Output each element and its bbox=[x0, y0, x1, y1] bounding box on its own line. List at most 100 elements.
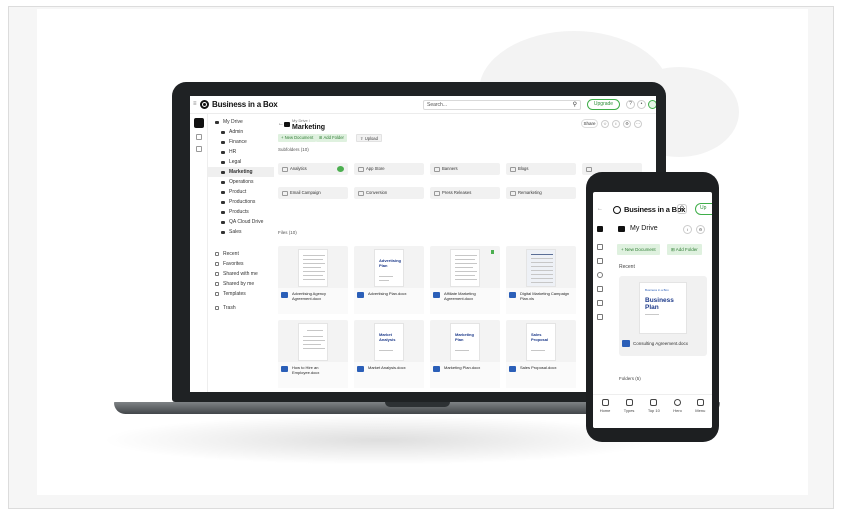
file-name: How to Hire an Employee.docx bbox=[278, 362, 348, 388]
nav-item-home[interactable]: Home bbox=[600, 399, 610, 428]
add-folder-button[interactable]: ⊞ Add Folder bbox=[316, 134, 347, 142]
sidebar-item-marketing[interactable]: Marketing bbox=[208, 167, 274, 177]
document-thumbnail: Advertising Plan bbox=[374, 249, 404, 287]
folder-icon bbox=[221, 180, 225, 184]
sidebar-item-productions[interactable]: Productions bbox=[208, 197, 274, 207]
menu-icon[interactable]: ≡ bbox=[193, 101, 197, 107]
sidebar-item-shared-by-me[interactable]: Shared by me bbox=[208, 279, 274, 289]
sidebar-item-recent[interactable]: Recent bbox=[208, 249, 274, 259]
drive-icon[interactable] bbox=[194, 118, 204, 128]
subfolder-card[interactable]: Conversion bbox=[354, 187, 424, 199]
file-card[interactable]: Marketing Plan Marketing Plan.docx bbox=[430, 320, 500, 388]
subfolder-card[interactable]: Blogs bbox=[506, 163, 576, 175]
file-card[interactable]: How to Hire an Employee.docx bbox=[278, 320, 348, 388]
nav-label: Hero bbox=[673, 408, 682, 413]
folder-icon bbox=[221, 230, 225, 234]
new-document-button[interactable]: + New Document bbox=[617, 244, 660, 255]
sidebar-item-label: Favorites bbox=[223, 261, 244, 267]
upgrade-button[interactable]: Up bbox=[695, 203, 712, 215]
subfolder-card[interactable]: Remarketing bbox=[506, 187, 576, 199]
templates-rail-icon[interactable] bbox=[597, 258, 603, 264]
sidebar-item-sales[interactable]: Sales bbox=[208, 227, 274, 237]
nav-item-hero[interactable]: Hero bbox=[673, 399, 682, 428]
file-card[interactable]: Sales Proposal Sales Proposal.docx bbox=[506, 320, 576, 388]
sidebar-item-products[interactable]: Products bbox=[208, 207, 274, 217]
file-name: Advertising Agency Agreement.docx bbox=[278, 288, 348, 314]
folder-icon bbox=[221, 210, 225, 214]
document-thumbnail bbox=[298, 323, 328, 361]
subfolder-card[interactable]: Banners bbox=[430, 163, 500, 175]
trash-icon[interactable] bbox=[597, 314, 603, 320]
sidebar-item-trash[interactable]: Trash bbox=[208, 303, 274, 313]
search-icon[interactable]: ⚲ bbox=[677, 204, 687, 214]
share-out-icon bbox=[215, 282, 219, 286]
home-icon bbox=[601, 399, 609, 406]
nav-item-menu[interactable]: Menu bbox=[695, 399, 705, 428]
sidebar-item-qa-cloud-drive[interactable]: QA Cloud Drive bbox=[208, 217, 274, 227]
more-icon[interactable]: ⋯ bbox=[634, 120, 642, 128]
back-arrow-icon[interactable]: ← bbox=[597, 206, 603, 212]
search-input[interactable]: Search... ⚲ bbox=[423, 100, 581, 110]
sidebar-item-label: My Drive bbox=[223, 119, 243, 125]
info-icon[interactable]: i bbox=[612, 120, 620, 128]
drive-icon[interactable] bbox=[597, 226, 603, 232]
subfolder-card[interactable]: App Store bbox=[354, 163, 424, 175]
document-thumbnail: Market Analysis bbox=[374, 323, 404, 361]
share-button[interactable]: Share bbox=[581, 119, 598, 128]
recent-rail-icon[interactable] bbox=[196, 134, 202, 140]
star-icon[interactable]: ☆ bbox=[601, 120, 609, 128]
shared-rail-icon[interactable] bbox=[597, 272, 603, 278]
add-folder-button[interactable]: ⊞ Add Folder bbox=[667, 244, 702, 255]
recent-rail-icon[interactable] bbox=[597, 244, 603, 250]
sidebar-item-admin[interactable]: Admin bbox=[208, 127, 274, 137]
sidebar-item-my-drive[interactable]: My Drive bbox=[208, 117, 274, 127]
avatar[interactable] bbox=[648, 100, 656, 109]
icon-rail bbox=[593, 220, 607, 400]
sidebar-item-label: Shared with me bbox=[223, 271, 258, 277]
file-card[interactable]: Digital Marketing Campaign Plan.xls bbox=[506, 246, 576, 314]
search-icon[interactable]: ⚲ bbox=[573, 101, 577, 109]
sidebar-item-operations[interactable]: Operations bbox=[208, 177, 274, 187]
file-card[interactable]: Advertising Plan Advertising Plan.docx bbox=[354, 246, 424, 314]
recent-file-card[interactable]: Business in a Box Business Plan Consulti… bbox=[619, 276, 707, 356]
templates-rail-icon[interactable] bbox=[196, 146, 202, 152]
sidebar-item-finance[interactable]: Finance bbox=[208, 137, 274, 147]
sidebar-item-shared-with-me[interactable]: Shared with me bbox=[208, 269, 274, 279]
subfolder-card[interactable]: Press Releases bbox=[430, 187, 500, 199]
folder-icon bbox=[221, 140, 225, 144]
nav-label: Types bbox=[623, 408, 635, 413]
subfolder-card[interactable]: Email Campaign bbox=[278, 187, 348, 199]
document-thumbnail bbox=[450, 249, 480, 287]
notifications-icon[interactable]: • bbox=[637, 100, 646, 109]
settings-icon[interactable]: ⚙ bbox=[623, 120, 631, 128]
breadcrumb[interactable]: My Drive / bbox=[292, 118, 310, 123]
subfolder-name: Press Releases bbox=[442, 190, 472, 195]
sidebar-item-legal[interactable]: Legal bbox=[208, 157, 274, 167]
sidebar-item-label: Admin bbox=[229, 129, 244, 135]
brand-logo[interactable]: Business in a Box bbox=[200, 100, 278, 109]
upload-button[interactable]: ⇪ Upload bbox=[356, 134, 382, 142]
new-document-button[interactable]: + New Document bbox=[278, 134, 317, 142]
share-out-icon[interactable] bbox=[597, 286, 603, 292]
nav-item-types[interactable]: Types bbox=[623, 399, 635, 428]
star-icon[interactable] bbox=[597, 300, 603, 306]
folder-icon bbox=[221, 130, 225, 134]
sidebar-item-label: HR bbox=[229, 149, 237, 155]
file-caption: Consulting Agreement.docx bbox=[622, 340, 688, 347]
settings-icon[interactable]: ⚙ bbox=[696, 225, 705, 234]
stack-icon bbox=[650, 399, 658, 406]
info-icon[interactable]: i bbox=[683, 225, 692, 234]
brand-logo[interactable]: Business in a Box bbox=[613, 205, 685, 214]
sidebar-item-label: Templates bbox=[223, 291, 246, 297]
sidebar-item-product[interactable]: Product bbox=[208, 187, 274, 197]
help-icon[interactable]: ? bbox=[626, 100, 635, 109]
sidebar-item-favorites[interactable]: Favorites bbox=[208, 259, 274, 269]
sidebar-item-templates[interactable]: Templates bbox=[208, 289, 274, 299]
file-card[interactable]: Advertising Agency Agreement.docx bbox=[278, 246, 348, 314]
upgrade-button[interactable]: Upgrade bbox=[587, 99, 620, 110]
file-card[interactable]: Affiliate Marketing Agreement.docx bbox=[430, 246, 500, 314]
subfolder-card[interactable]: Analytics bbox=[278, 163, 348, 175]
file-card[interactable]: Market Analysis Market Analysis.docx bbox=[354, 320, 424, 388]
nav-item-top-10[interactable]: Top 10 bbox=[648, 399, 660, 428]
sidebar-item-hr[interactable]: HR bbox=[208, 147, 274, 157]
